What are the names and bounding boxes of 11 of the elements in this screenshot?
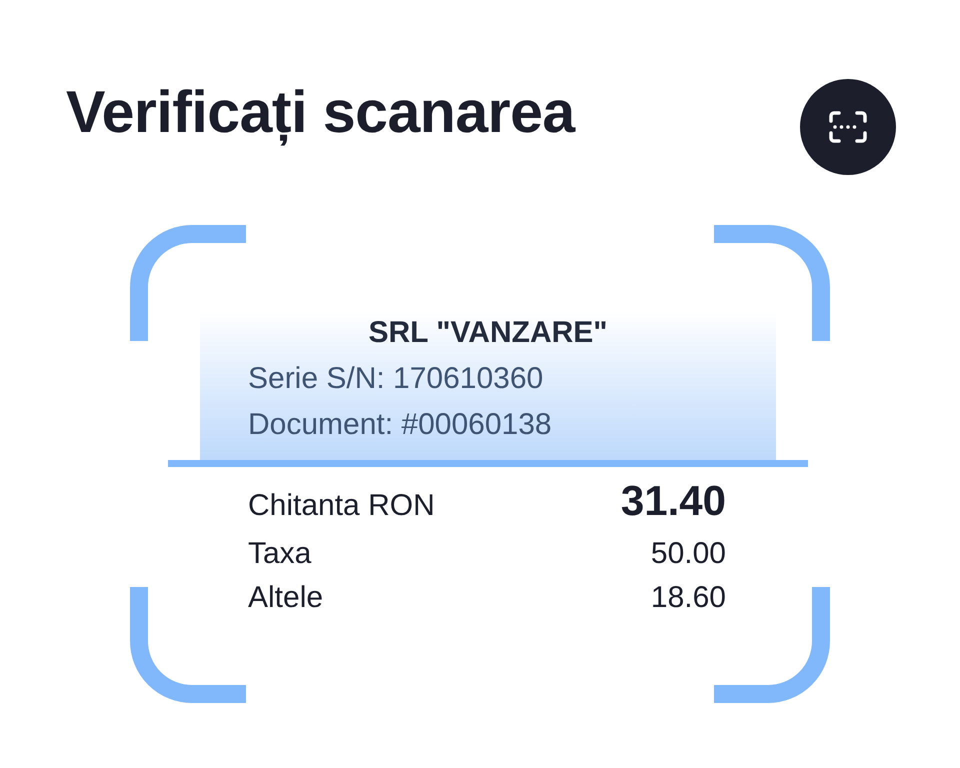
total-amount: 31.40 — [620, 476, 726, 526]
merchant-name: SRL "VANZARE" — [367, 316, 609, 350]
receipt-detail: Serie S/N: 170610360 — [248, 361, 544, 397]
total-label: Chitanta RON — [248, 488, 435, 524]
receipt-detail: Document: #00060138 — [248, 407, 553, 443]
scan-icon — [828, 110, 868, 144]
item-label: Taxa — [248, 536, 312, 572]
item-amount: 50.00 — [650, 536, 726, 572]
page-title: Verificați scanarea — [66, 78, 575, 146]
item-amount: 18.60 — [650, 580, 726, 616]
item-label: Altele — [248, 580, 324, 616]
